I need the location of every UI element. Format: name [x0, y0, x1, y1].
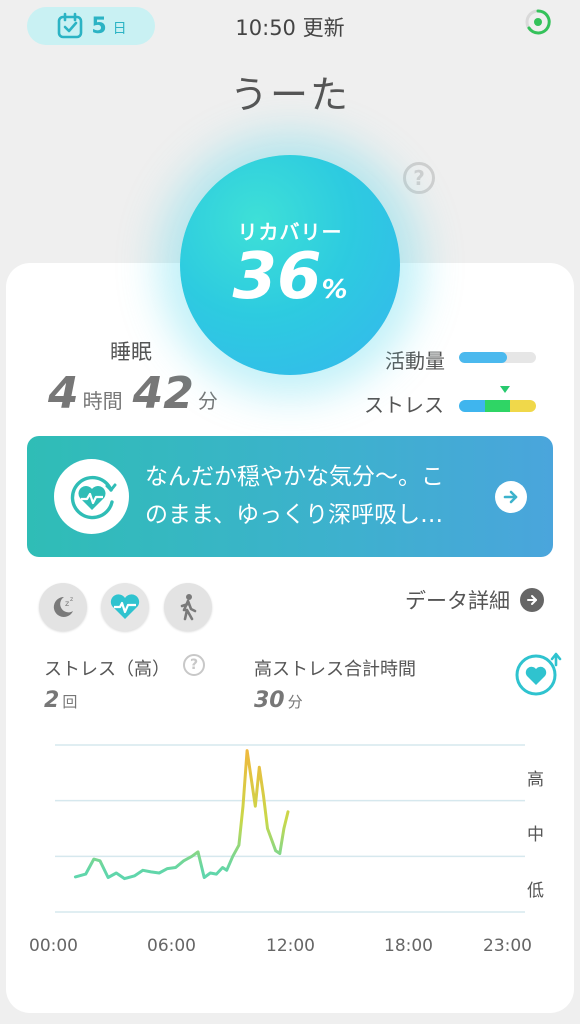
- sleep-hours: 4: [48, 368, 79, 419]
- heart-sync-icon: [70, 475, 116, 519]
- stress-bar-segment: [459, 400, 485, 412]
- sleep-hours-unit: 時間: [82, 389, 123, 413]
- activity-ring-icon[interactable]: [524, 8, 552, 36]
- username: うーた: [229, 73, 350, 117]
- x-tick-label: 23:00: [483, 936, 532, 956]
- help-icon[interactable]: ?: [403, 162, 435, 194]
- svg-text:z: z: [70, 596, 73, 603]
- stress-high-count: 2: [44, 688, 60, 713]
- stress-bar: [459, 400, 536, 412]
- x-tick-label: 12:00: [266, 936, 315, 956]
- stress-high-unit: 回: [62, 693, 78, 711]
- sleep-mode-button[interactable]: z z: [39, 583, 87, 631]
- stress-help-icon[interactable]: ?: [183, 654, 205, 676]
- stress-marker: [500, 386, 510, 393]
- activity-label: 活動量: [385, 349, 445, 373]
- mood-message-line2: のまま、ゆっくり深呼吸し…: [145, 502, 444, 528]
- walk-icon: [180, 594, 197, 621]
- sleep-value: 4 時間 42 分: [48, 368, 224, 419]
- heart-wave-icon: [110, 594, 140, 619]
- heart-monitor-icon: [54, 459, 129, 534]
- chevron-right-icon: [520, 588, 544, 612]
- high-stress-total-unit: 分: [287, 693, 303, 711]
- data-detail-label: データ詳細: [405, 589, 510, 613]
- x-tick-label: 00:00: [29, 936, 78, 956]
- stress-high-label: ストレス（高）: [44, 659, 170, 680]
- y-level-label: 中: [527, 825, 544, 845]
- mood-message-line1: なんだか穏やかな気分〜。こ: [145, 464, 444, 490]
- message-arrow-button[interactable]: [495, 481, 527, 513]
- update-time: 10:50 更新: [235, 16, 345, 40]
- stress-series-line: [73, 749, 290, 881]
- activity-mode-button[interactable]: [164, 583, 212, 631]
- stress-bar-segment: [510, 400, 536, 412]
- recovery-score[interactable]: リカバリー 36%: [180, 155, 400, 375]
- top-bar: 5 日 10:50 更新: [0, 0, 580, 52]
- activity-bar-fill: [459, 352, 507, 363]
- recovery-unit: %: [321, 274, 348, 305]
- high-stress-total-label: 高ストレス合計時間: [254, 659, 416, 680]
- stress-chart: [55, 744, 525, 913]
- stress-mode-button[interactable]: [101, 583, 149, 631]
- sleep-minutes: 42: [132, 368, 194, 419]
- x-tick-label: 18:00: [384, 936, 433, 956]
- activity-bar: [459, 352, 536, 363]
- svg-text:z: z: [65, 599, 69, 608]
- heart-trend-icon[interactable]: [512, 651, 564, 697]
- y-level-label: 低: [527, 881, 544, 901]
- stress-high-value: 2 回: [44, 688, 77, 713]
- mood-message: なんだか穏やかな気分〜。こ のまま、ゆっくり深呼吸し…: [145, 458, 490, 534]
- arrow-right-icon: [503, 490, 518, 504]
- x-tick-label: 06:00: [147, 936, 196, 956]
- recovery-value: 36: [232, 239, 322, 314]
- sleep-label: 睡眠: [110, 340, 152, 364]
- stress-label: ストレス: [364, 393, 444, 417]
- high-stress-total-number: 30: [254, 688, 285, 713]
- data-detail-link[interactable]: データ詳細: [405, 585, 544, 615]
- sleep-minutes-unit: 分: [197, 389, 218, 413]
- mood-message-banner[interactable]: なんだか穏やかな気分〜。こ のまま、ゆっくり深呼吸し…: [27, 436, 553, 557]
- moon-sleep-icon: z z: [53, 596, 73, 617]
- stress-bar-segment: [484, 400, 511, 412]
- high-stress-total-value: 30 分: [254, 688, 303, 713]
- y-level-label: 高: [527, 770, 544, 790]
